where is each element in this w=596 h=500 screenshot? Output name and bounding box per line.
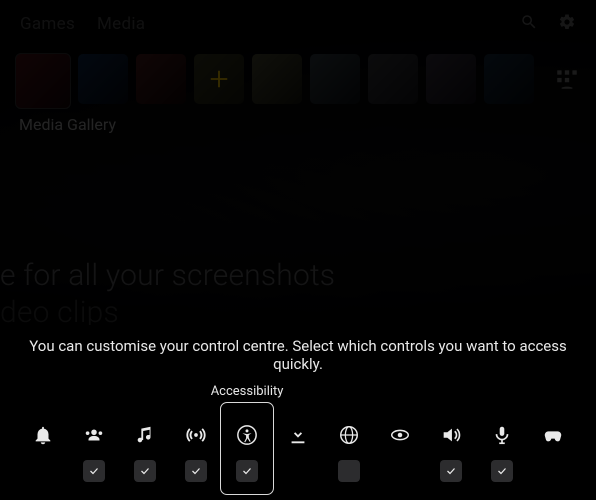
checkbox-network[interactable]	[338, 460, 360, 482]
mic-icon[interactable]	[491, 424, 513, 446]
checkbox-music[interactable]	[134, 460, 156, 482]
broadcast-icon[interactable]	[185, 424, 207, 446]
download-icon[interactable]	[287, 424, 309, 446]
gamebase-icon[interactable]	[389, 424, 411, 446]
music-icon[interactable]	[134, 424, 156, 446]
checkbox-friends[interactable]	[83, 460, 105, 482]
checkbox-mic[interactable]	[491, 460, 513, 482]
network-icon[interactable]	[338, 424, 360, 446]
accessibility-icon[interactable]	[236, 424, 258, 446]
checkbox-broadcast[interactable]	[185, 460, 207, 482]
control-centre-customise-panel: You can customise your control centre. S…	[0, 325, 596, 500]
friends-icon[interactable]	[83, 424, 105, 446]
checkbox-accessibility[interactable]	[236, 460, 258, 482]
sound-icon[interactable]	[440, 424, 462, 446]
control-centre-grid	[0, 424, 596, 482]
customise-instruction: You can customise your control centre. S…	[0, 337, 596, 373]
selected-control-label: Accessibility	[211, 384, 284, 399]
controller-small-icon[interactable]	[542, 424, 564, 446]
checkbox-sound[interactable]	[440, 460, 462, 482]
bell-icon[interactable]	[32, 424, 54, 446]
